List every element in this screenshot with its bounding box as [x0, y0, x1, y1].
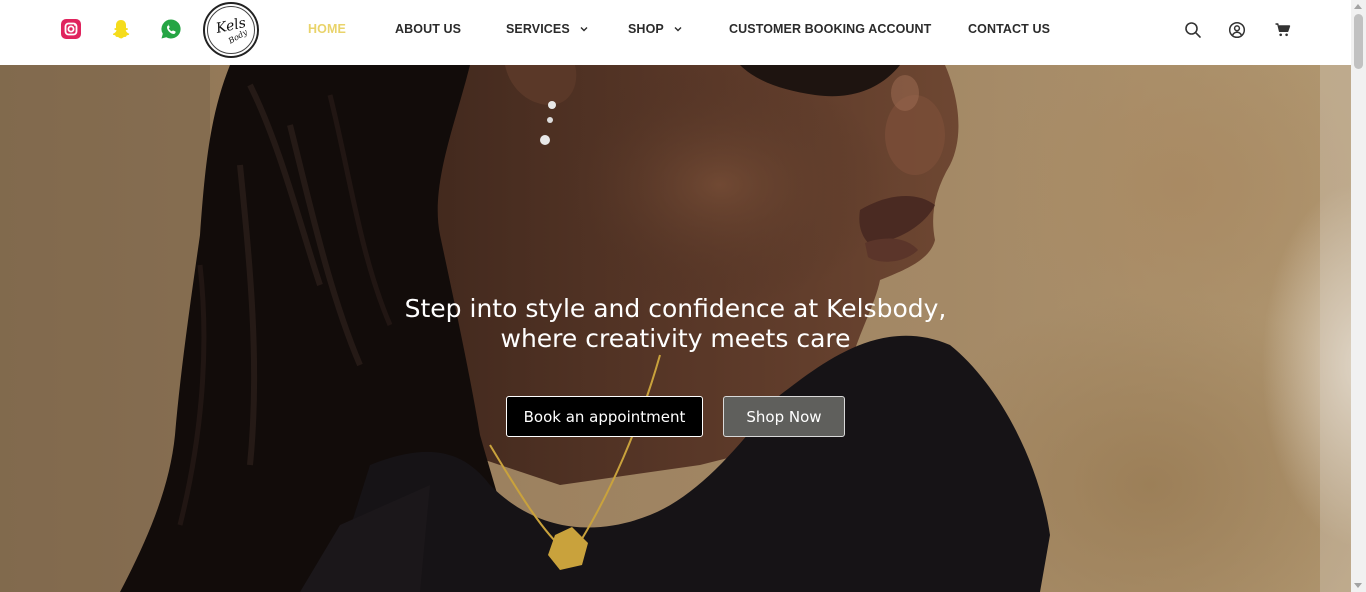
site-logo[interactable]: Kels Body [203, 2, 259, 58]
shop-now-button[interactable]: Shop Now [723, 396, 845, 437]
search-icon[interactable] [1184, 21, 1202, 39]
nav-home[interactable]: HOME [308, 22, 346, 36]
scroll-down-arrow-icon[interactable] [1354, 583, 1362, 588]
cart-icon[interactable] [1274, 21, 1292, 39]
hero-headline-line-2: where creativity meets care [500, 324, 851, 353]
scroll-up-arrow-icon[interactable] [1354, 4, 1362, 9]
whatsapp-icon[interactable] [160, 18, 182, 40]
nav-customer-booking-account[interactable]: CUSTOMER BOOKING ACCOUNT [729, 22, 931, 36]
hero-headline: Step into style and confidence at Kelsbo… [0, 294, 1351, 354]
chevron-down-icon [674, 27, 682, 32]
scrollbar-thumb[interactable] [1354, 14, 1363, 69]
vertical-scrollbar[interactable] [1351, 0, 1366, 592]
logo-mark: Kels Body [207, 6, 255, 54]
nav-services-label: SERVICES [506, 22, 570, 36]
nav-about-us[interactable]: ABOUT US [395, 22, 461, 36]
instagram-icon[interactable] [60, 18, 82, 40]
site-header: Kels Body HOME ABOUT US SERVICES SHOP CU… [0, 0, 1351, 65]
book-appointment-button[interactable]: Book an appointment [506, 396, 703, 437]
nav-contact-us[interactable]: CONTACT US [968, 22, 1050, 36]
nav-shop[interactable]: SHOP [628, 22, 683, 36]
nav-services[interactable]: SERVICES [506, 22, 589, 36]
nav-shop-label: SHOP [628, 22, 664, 36]
hero-banner: Step into style and confidence at Kelsbo… [0, 65, 1351, 592]
chevron-down-icon [580, 27, 588, 32]
account-icon[interactable] [1228, 21, 1246, 39]
hero-headline-line-1: Step into style and confidence at Kelsbo… [404, 294, 947, 323]
snapchat-icon[interactable] [110, 18, 132, 40]
